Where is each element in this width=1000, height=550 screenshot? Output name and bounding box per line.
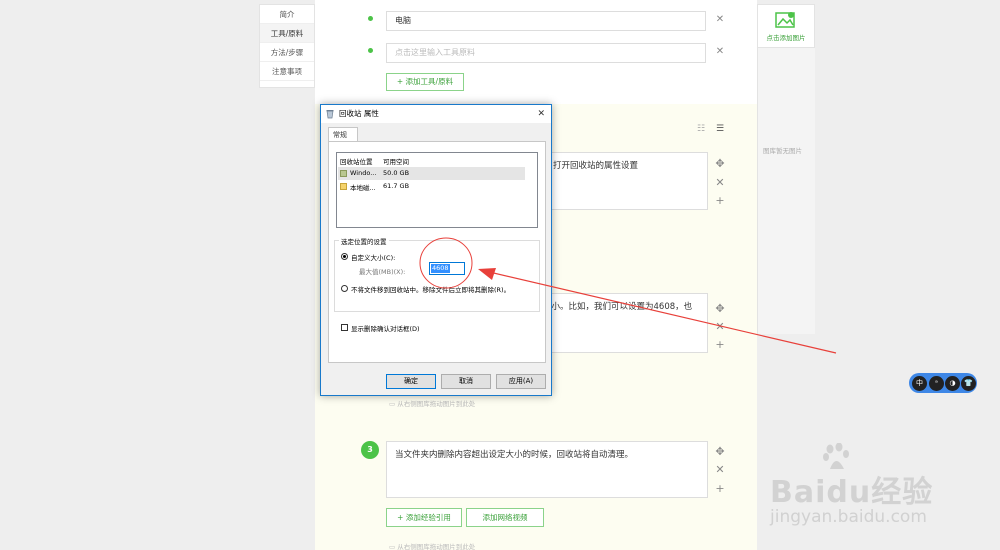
annotation-arrow-line (484, 270, 837, 354)
annotation-circle (419, 237, 473, 289)
annotation-overlay (419, 237, 837, 354)
annotation-arrowhead (478, 268, 496, 280)
